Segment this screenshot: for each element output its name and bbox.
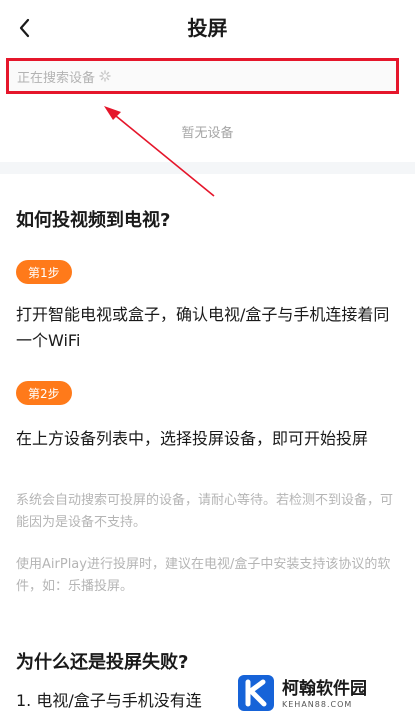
page-title: 投屏 xyxy=(187,16,228,40)
device-search-area: 正在搜索设备 暂无设备 xyxy=(0,56,415,162)
note-airplay: 使用AirPlay进行投屏时，建议在电视/盒子中安装支持该协议的软件，如：乐播投… xyxy=(16,557,391,594)
step-1-text: 打开智能电视或盒子，确认电视/盒子与手机连接着同一个WiFi xyxy=(16,305,390,350)
faq-heading: 为什么还是投屏失败? xyxy=(16,652,189,673)
loading-spinner-icon xyxy=(99,70,111,82)
no-device-text: 暂无设备 xyxy=(181,126,234,141)
k-logo-icon xyxy=(238,675,274,711)
step-1-badge: 第1步 xyxy=(16,260,72,284)
header-bar: 投屏 xyxy=(0,0,415,56)
step-2-badge: 第2步 xyxy=(16,381,72,405)
watermark: 柯翰软件园 KEHAN88.COM xyxy=(236,668,412,718)
note-auto-search: 系统会自动搜索可投屏的设备，请耐心等待。若检测不到设备，可能因为是设备不支持。 xyxy=(16,493,394,530)
search-status-box: 正在搜索设备 xyxy=(6,58,399,94)
section-divider xyxy=(0,162,415,174)
watermark-domain: KEHAN88.COM xyxy=(282,699,353,709)
guide-heading: 如何投视频到电视? xyxy=(16,210,171,231)
watermark-name: 柯翰软件园 xyxy=(282,678,367,699)
search-status-text: 正在搜索设备 xyxy=(17,70,96,86)
step-2-text: 在上方设备列表中，选择投屏设备，即可开始投屏 xyxy=(16,429,369,448)
